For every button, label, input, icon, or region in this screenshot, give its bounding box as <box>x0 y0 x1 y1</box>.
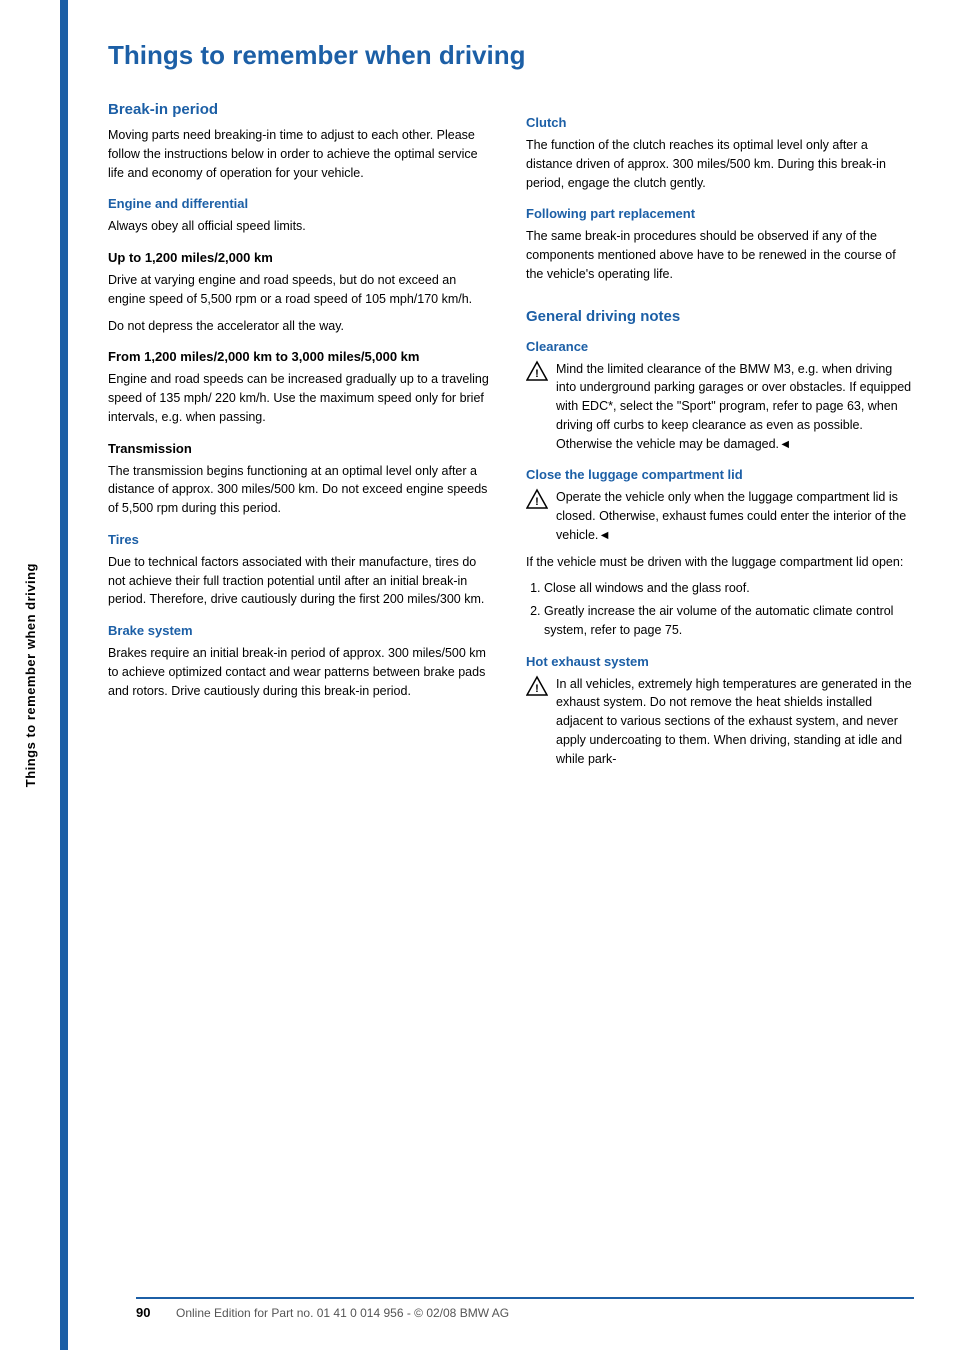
left-column: Break-in period Moving parts need breaki… <box>108 101 496 776</box>
clearance-heading: Clearance <box>526 339 914 354</box>
svg-text:!: ! <box>535 368 539 380</box>
footer-text: Online Edition for Part no. 01 41 0 014 … <box>176 1306 509 1320</box>
luggage-warning-block: ! Operate the vehicle only when the lugg… <box>526 488 914 544</box>
from-1200-heading: From 1,200 miles/2,000 km to 3,000 miles… <box>108 349 496 364</box>
luggage-step-1: Close all windows and the glass roof. <box>544 579 914 598</box>
blue-accent-bar <box>60 0 68 1350</box>
brake-system-heading: Brake system <box>108 623 496 638</box>
break-in-period-heading: Break-in period <box>108 101 496 118</box>
clearance-warning-text: Mind the limited clearance of the BMW M3… <box>556 360 914 454</box>
warning-triangle-icon-2: ! <box>526 488 548 510</box>
upto-1200-heading: Up to 1,200 miles/2,000 km <box>108 250 496 265</box>
right-column: Clutch The function of the clutch reache… <box>526 101 914 776</box>
transmission-heading: Transmission <box>108 441 496 456</box>
clutch-text: The function of the clutch reaches its o… <box>526 136 914 192</box>
main-content: Things to remember when driving Break-in… <box>68 0 954 1350</box>
following-part-heading: Following part replacement <box>526 206 914 221</box>
luggage-step-2: Greatly increase the air volume of the a… <box>544 602 914 640</box>
sidebar: Things to remember when driving <box>0 0 60 1350</box>
engine-differential-text: Always obey all official speed limits. <box>108 217 496 236</box>
close-luggage-heading: Close the luggage compartment lid <box>526 467 914 482</box>
svg-text:!: ! <box>535 496 539 508</box>
hot-exhaust-warning-block: ! In all vehicles, extremely high temper… <box>526 675 914 769</box>
break-in-intro: Moving parts need breaking-in time to ad… <box>108 126 496 182</box>
warning-triangle-icon-3: ! <box>526 675 548 697</box>
luggage-steps-list: Close all windows and the glass roof. Gr… <box>544 579 914 639</box>
engine-differential-heading: Engine and differential <box>108 196 496 211</box>
luggage-intro-text: If the vehicle must be driven with the l… <box>526 553 914 572</box>
tires-heading: Tires <box>108 532 496 547</box>
columns-container: Break-in period Moving parts need breaki… <box>108 101 914 776</box>
clutch-heading: Clutch <box>526 115 914 130</box>
hot-exhaust-warning-text: In all vehicles, extremely high temperat… <box>556 675 914 769</box>
warning-triangle-icon: ! <box>526 360 548 382</box>
page-footer: 90 Online Edition for Part no. 01 41 0 0… <box>136 1297 914 1320</box>
hot-exhaust-heading: Hot exhaust system <box>526 654 914 669</box>
from-1200-text: Engine and road speeds can be increased … <box>108 370 496 426</box>
upto-1200-text: Drive at varying engine and road speeds,… <box>108 271 496 309</box>
page-number: 90 <box>136 1305 166 1320</box>
svg-text:!: ! <box>535 683 539 695</box>
sidebar-label: Things to remember when driving <box>23 563 38 787</box>
clearance-warning-block: ! Mind the limited clearance of the BMW … <box>526 360 914 454</box>
brake-system-text: Brakes require an initial break-in perio… <box>108 644 496 700</box>
tires-text: Due to technical factors associated with… <box>108 553 496 609</box>
luggage-warning-text: Operate the vehicle only when the luggag… <box>556 488 914 544</box>
general-driving-notes-heading: General driving notes <box>526 308 914 325</box>
transmission-text: The transmission begins functioning at a… <box>108 462 496 518</box>
page-title: Things to remember when driving <box>108 40 914 71</box>
upto-1200-text2: Do not depress the accelerator all the w… <box>108 317 496 336</box>
following-part-text: The same break-in procedures should be o… <box>526 227 914 283</box>
